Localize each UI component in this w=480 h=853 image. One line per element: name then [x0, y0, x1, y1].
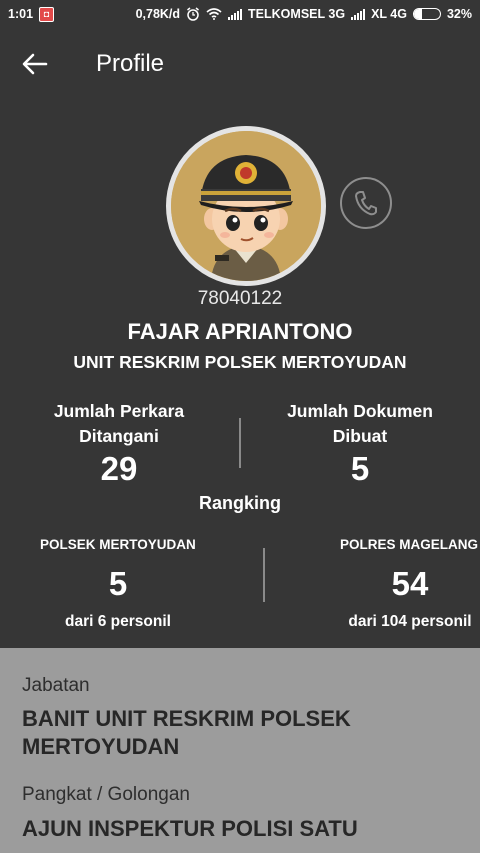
signal-icon [228, 8, 243, 20]
phone-icon [355, 191, 377, 216]
back-button[interactable] [0, 28, 70, 100]
profile-name: FAJAR APRIANTONO [127, 319, 353, 344]
carrier-2: XL 4G [371, 7, 407, 21]
status-time: 1:01 [8, 7, 34, 21]
nrp-number: 78040122 [197, 288, 283, 309]
ranking-title: Rangking [198, 493, 281, 513]
app-bar: Profile [0, 28, 480, 100]
network-speed: 0,78K/d [135, 7, 181, 21]
cases-label: Jumlah Perkara Ditangani [19, 399, 219, 449]
docs-label-line1: Jumlah Dokumen [287, 401, 433, 421]
status-bar: 1:01 ◘ 0,78K/d TELKOMSEL 3G XL 4G 32% [0, 0, 480, 28]
profile-unit: UNIT RESKRIM POLSEK MERTOYUDAN [73, 352, 407, 372]
rank-left-org: POLSEK MERTOYUDAN [40, 537, 196, 552]
rank-right-sub: dari 104 personil [348, 613, 472, 630]
pangkat-label: Pangkat / Golongan [22, 784, 190, 805]
docs-label-line2: Dibuat [332, 426, 388, 446]
jabatan-value: BANIT UNIT RESKRIM POLSEK MERTOYUDAN [22, 706, 351, 759]
police-avatar-illustration [171, 131, 321, 281]
rank-right-value: 54 [391, 565, 429, 602]
pangkat-value: AJUN INSPEKTUR POLISI SATU [22, 816, 358, 841]
rank-right-org: POLRES MAGELANG [340, 537, 479, 552]
alarm-icon [187, 7, 200, 21]
docs-value: 5 [350, 450, 370, 487]
cases-label-line1: Jumlah Perkara [53, 401, 185, 421]
details-panel: Jabatan BANIT UNIT RESKRIM POLSEK MERTOY… [0, 648, 480, 853]
carrier-1: TELKOMSEL 3G [248, 7, 346, 21]
cases-value: 29 [100, 450, 138, 487]
signal-icon [351, 8, 366, 20]
arrow-left-icon [22, 53, 48, 75]
battery-icon [412, 8, 441, 20]
rank-left-sub: dari 6 personil [65, 613, 171, 630]
avatar [166, 126, 326, 286]
jabatan-label: Jabatan [22, 675, 90, 696]
page-title: Profile [96, 50, 165, 77]
call-button[interactable] [340, 177, 392, 229]
stats-divider [239, 418, 241, 468]
docs-label: Jumlah Dokumen Dibuat [260, 399, 460, 449]
notification-icon: ◘ [39, 6, 55, 22]
battery-percent: 32% [446, 7, 472, 21]
wifi-icon [206, 8, 222, 20]
ranking-divider [263, 548, 265, 602]
cases-label-line2: Ditangani [79, 426, 159, 446]
rank-left-value: 5 [108, 565, 128, 602]
